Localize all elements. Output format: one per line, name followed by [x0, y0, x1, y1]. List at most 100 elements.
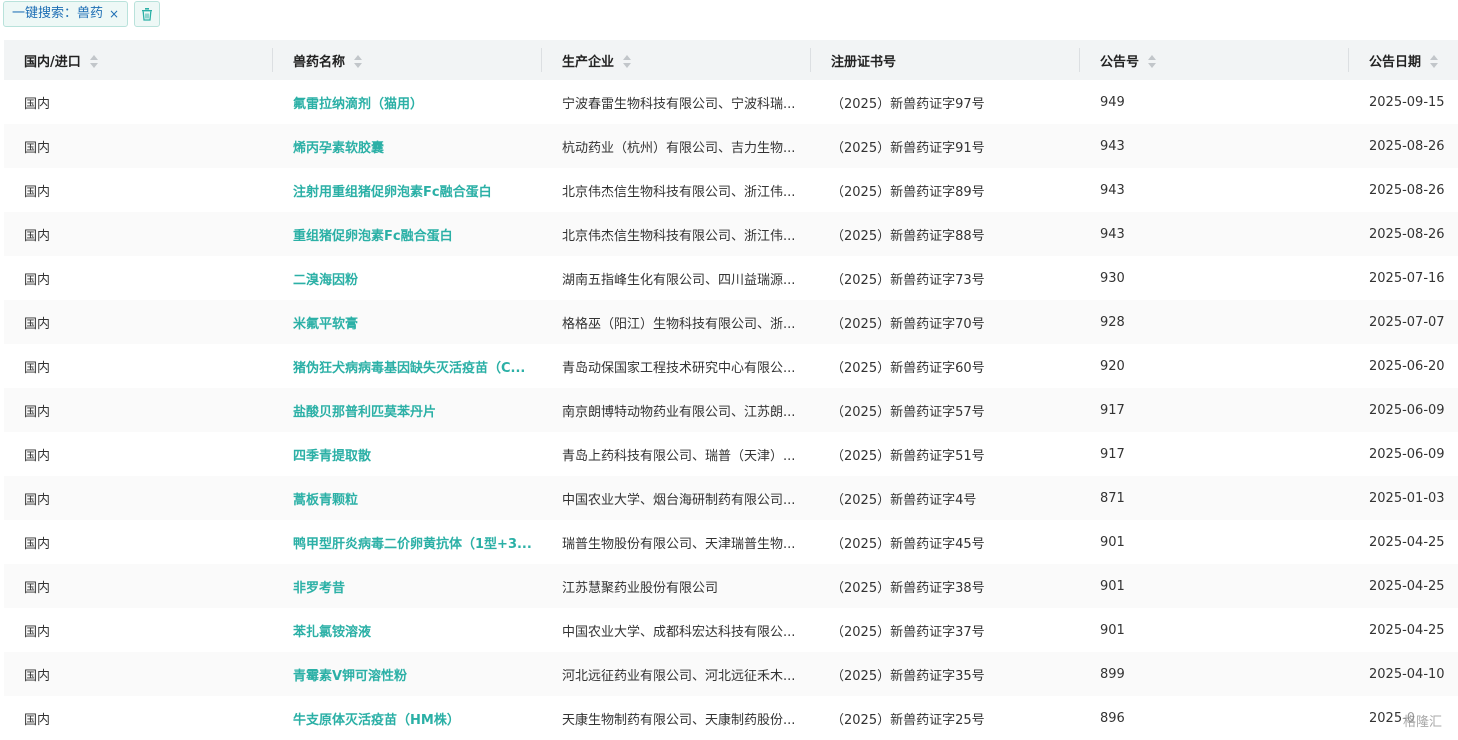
cell-notice-number: 917 — [1080, 388, 1349, 432]
cell-notice-number: 920 — [1100, 358, 1125, 374]
cell-drug-name[interactable]: 四季青提取散 — [273, 432, 542, 476]
cell-notice-date: 2025-08-26 — [1369, 182, 1445, 198]
cell-origin: 国内 — [24, 360, 51, 376]
cell-drug-name[interactable]: 烯丙孕素软胶囊 — [273, 124, 542, 168]
table-row: 国内 注射用重组猪促卵泡素Fc融合蛋白 北京伟杰信生物科技有限公司、浙江伟... （2… — [4, 168, 1458, 212]
cell-notice-number: 871 — [1080, 476, 1349, 520]
watermark-logo: 格隆汇 — [1400, 711, 1444, 730]
table-row: 国内 牛支原体灭活疫苗（HM株） 天康生物制药有限公司、天康制药股份... （2025… — [4, 696, 1458, 740]
cell-origin: 国内 — [4, 564, 273, 608]
cell-origin: 国内 — [4, 388, 273, 432]
cell-notice-number: 943 — [1080, 124, 1349, 168]
col-header-origin[interactable]: 国内/进口 — [4, 40, 273, 80]
cell-notice-number: 928 — [1080, 300, 1349, 344]
cell-drug-name[interactable]: 注射用重组猪促卵泡素Fc融合蛋白 — [273, 168, 542, 212]
table-row: 国内 米氟平软膏 格格巫（阳江）生物科技有限公司、浙... （2025）新兽药证字70… — [4, 300, 1458, 344]
cell-notice-number: 896 — [1100, 710, 1125, 726]
trash-icon — [142, 8, 152, 21]
cell-notice-number: 899 — [1080, 652, 1349, 696]
cell-notice-date: 2025-08-26 — [1349, 212, 1458, 256]
sort-icon[interactable] — [1147, 55, 1157, 69]
col-header-manufacturer[interactable]: 生产企业 — [542, 40, 811, 80]
cell-manufacturer: 杭动药业（杭州）有限公司、吉力生物... — [542, 124, 811, 168]
col-header-drug-name[interactable]: 兽药名称 — [273, 40, 542, 80]
col-header-label: 国内/进口 — [24, 54, 81, 70]
cell-drug-name[interactable]: 氟雷拉纳滴剂（猫用） — [273, 80, 542, 124]
col-header-notice-date[interactable]: 公告日期 — [1349, 40, 1458, 80]
cell-cert-number: （2025）新兽药证字91号 — [811, 124, 1080, 168]
sort-icon[interactable] — [1429, 55, 1439, 69]
cell-drug-name[interactable]: 二溴海因粉 — [273, 256, 542, 300]
col-header-label: 生产企业 — [562, 54, 615, 70]
cell-notice-date: 2025-04-25 — [1349, 564, 1458, 608]
cell-origin: 国内 — [4, 212, 273, 256]
cell-drug-name[interactable]: 重组猪促卵泡素Fc融合蛋白 — [273, 212, 542, 256]
table-row: 国内 蒿板青颗粒 中国农业大学、烟台海研制药有限公司... （2025）新兽药证字4号… — [4, 476, 1458, 520]
clear-filters-button[interactable] — [134, 1, 160, 27]
cell-cert-number: （2025）新兽药证字35号 — [811, 652, 1080, 696]
cell-origin: 国内 — [24, 184, 51, 200]
cell-manufacturer: 中国农业大学、成都科宏达科技有限公... — [562, 624, 796, 640]
cell-manufacturer: 北京伟杰信生物科技有限公司、浙江伟... — [542, 212, 811, 256]
cell-cert-number: （2025）新兽药证字37号 — [831, 624, 985, 640]
table-row: 国内 苯扎氯铵溶液 中国农业大学、成都科宏达科技有限公... （2025）新兽药证字3… — [4, 608, 1458, 652]
cell-origin: 国内 — [24, 448, 51, 464]
cell-notice-number: 901 — [1100, 622, 1125, 638]
cell-origin: 国内 — [24, 272, 51, 288]
cell-drug-name[interactable]: 苯扎氯铵溶液 — [273, 608, 542, 652]
cell-manufacturer: 格格巫（阳江）生物科技有限公司、浙... — [542, 300, 811, 344]
sort-icon[interactable] — [89, 55, 99, 69]
cell-notice-date: 2025-06-09 — [1369, 446, 1445, 462]
table-row: 国内 盐酸贝那普利匹莫苯丹片 南京朗博特动物药业有限公司、江苏朗... （2025）新… — [4, 388, 1458, 432]
cell-drug-name[interactable]: 鸭甲型肝炎病毒二价卵黄抗体（1型+3... — [273, 520, 542, 564]
cell-notice-number: 943 — [1080, 212, 1349, 256]
filter-chip-search[interactable]: 一键搜索：兽药 × — [3, 1, 129, 27]
cell-cert-number: （2025）新兽药证字57号 — [811, 388, 1080, 432]
cell-cert-number: （2025）新兽药证字38号 — [811, 564, 1080, 608]
cell-notice-number: 930 — [1100, 270, 1125, 286]
cell-notice-date: 2025-04-10 — [1349, 652, 1458, 696]
col-header-cert-number: 注册证书号 — [811, 40, 1080, 80]
cell-drug-name[interactable]: 非罗考昔 — [273, 564, 542, 608]
cell-notice-number: 901 — [1100, 534, 1125, 550]
cell-origin: 国内 — [4, 300, 273, 344]
col-header-notice-number[interactable]: 公告号 — [1080, 40, 1349, 80]
cell-notice-date: 2025-06-09 — [1349, 388, 1458, 432]
cell-origin: 国内 — [4, 476, 273, 520]
filter-bar: 一键搜索：兽药 × — [0, 0, 1458, 28]
cell-notice-date: 2025-07-07 — [1349, 300, 1458, 344]
cell-manufacturer: 青岛上药科技有限公司、瑞普（天津）... — [562, 448, 796, 464]
cell-cert-number: （2025）新兽药证字45号 — [831, 536, 985, 552]
table-row: 国内 二溴海因粉 湖南五指峰生化有限公司、四川益瑞源... （2025）新兽药证字73… — [4, 256, 1458, 300]
cell-notice-number: 917 — [1100, 446, 1125, 462]
cell-cert-number: （2025）新兽药证字89号 — [831, 184, 985, 200]
col-header-label: 公告号 — [1100, 54, 1140, 70]
sort-icon[interactable] — [622, 55, 632, 69]
table-row: 国内 猪伪狂犬病病毒基因缺失灭活疫苗（C... 青岛动保国家工程技术研究中心有限公.… — [4, 344, 1458, 388]
cell-cert-number: （2025）新兽药证字4号 — [811, 476, 1080, 520]
cell-notice-number: 943 — [1100, 182, 1125, 198]
cell-origin: 国内 — [24, 96, 51, 112]
cell-notice-date: 2025-01-03 — [1349, 476, 1458, 520]
cell-origin: 国内 — [24, 536, 51, 552]
cell-manufacturer: 北京伟杰信生物科技有限公司、浙江伟... — [562, 184, 796, 200]
cell-drug-name[interactable]: 牛支原体灭活疫苗（HM株） — [273, 696, 542, 740]
cell-drug-name[interactable]: 猪伪狂犬病病毒基因缺失灭活疫苗（C... — [273, 344, 542, 388]
table-row: 国内 四季青提取散 青岛上药科技有限公司、瑞普（天津）... （2025）新兽药证字5… — [4, 432, 1458, 476]
table-header-row: 国内/进口 兽药名称 生产企业 注册证书号 公告号 公告日期 — [4, 40, 1458, 80]
cell-manufacturer: 江苏慧聚药业股份有限公司 — [542, 564, 811, 608]
close-icon[interactable]: × — [109, 2, 119, 26]
cell-manufacturer: 南京朗博特动物药业有限公司、江苏朗... — [542, 388, 811, 432]
col-header-label: 注册证书号 — [831, 54, 897, 70]
col-header-label: 公告日期 — [1369, 54, 1422, 70]
sort-icon[interactable] — [353, 55, 363, 69]
cell-notice-date: 2025-07-16 — [1369, 270, 1445, 286]
cell-drug-name[interactable]: 盐酸贝那普利匹莫苯丹片 — [273, 388, 542, 432]
table-row: 国内 氟雷拉纳滴剂（猫用） 宁波春雷生物科技有限公司、宁波科瑞... （2025）新兽… — [4, 80, 1458, 124]
cell-drug-name[interactable]: 米氟平软膏 — [273, 300, 542, 344]
cell-notice-date: 2025-04-25 — [1369, 622, 1445, 638]
cell-manufacturer: 宁波春雷生物科技有限公司、宁波科瑞... — [562, 96, 796, 112]
cell-drug-name[interactable]: 蒿板青颗粒 — [273, 476, 542, 520]
cell-drug-name[interactable]: 青霉素V钾可溶性粉 — [273, 652, 542, 696]
cell-manufacturer: 瑞普生物股份有限公司、天津瑞普生物... — [562, 536, 796, 552]
